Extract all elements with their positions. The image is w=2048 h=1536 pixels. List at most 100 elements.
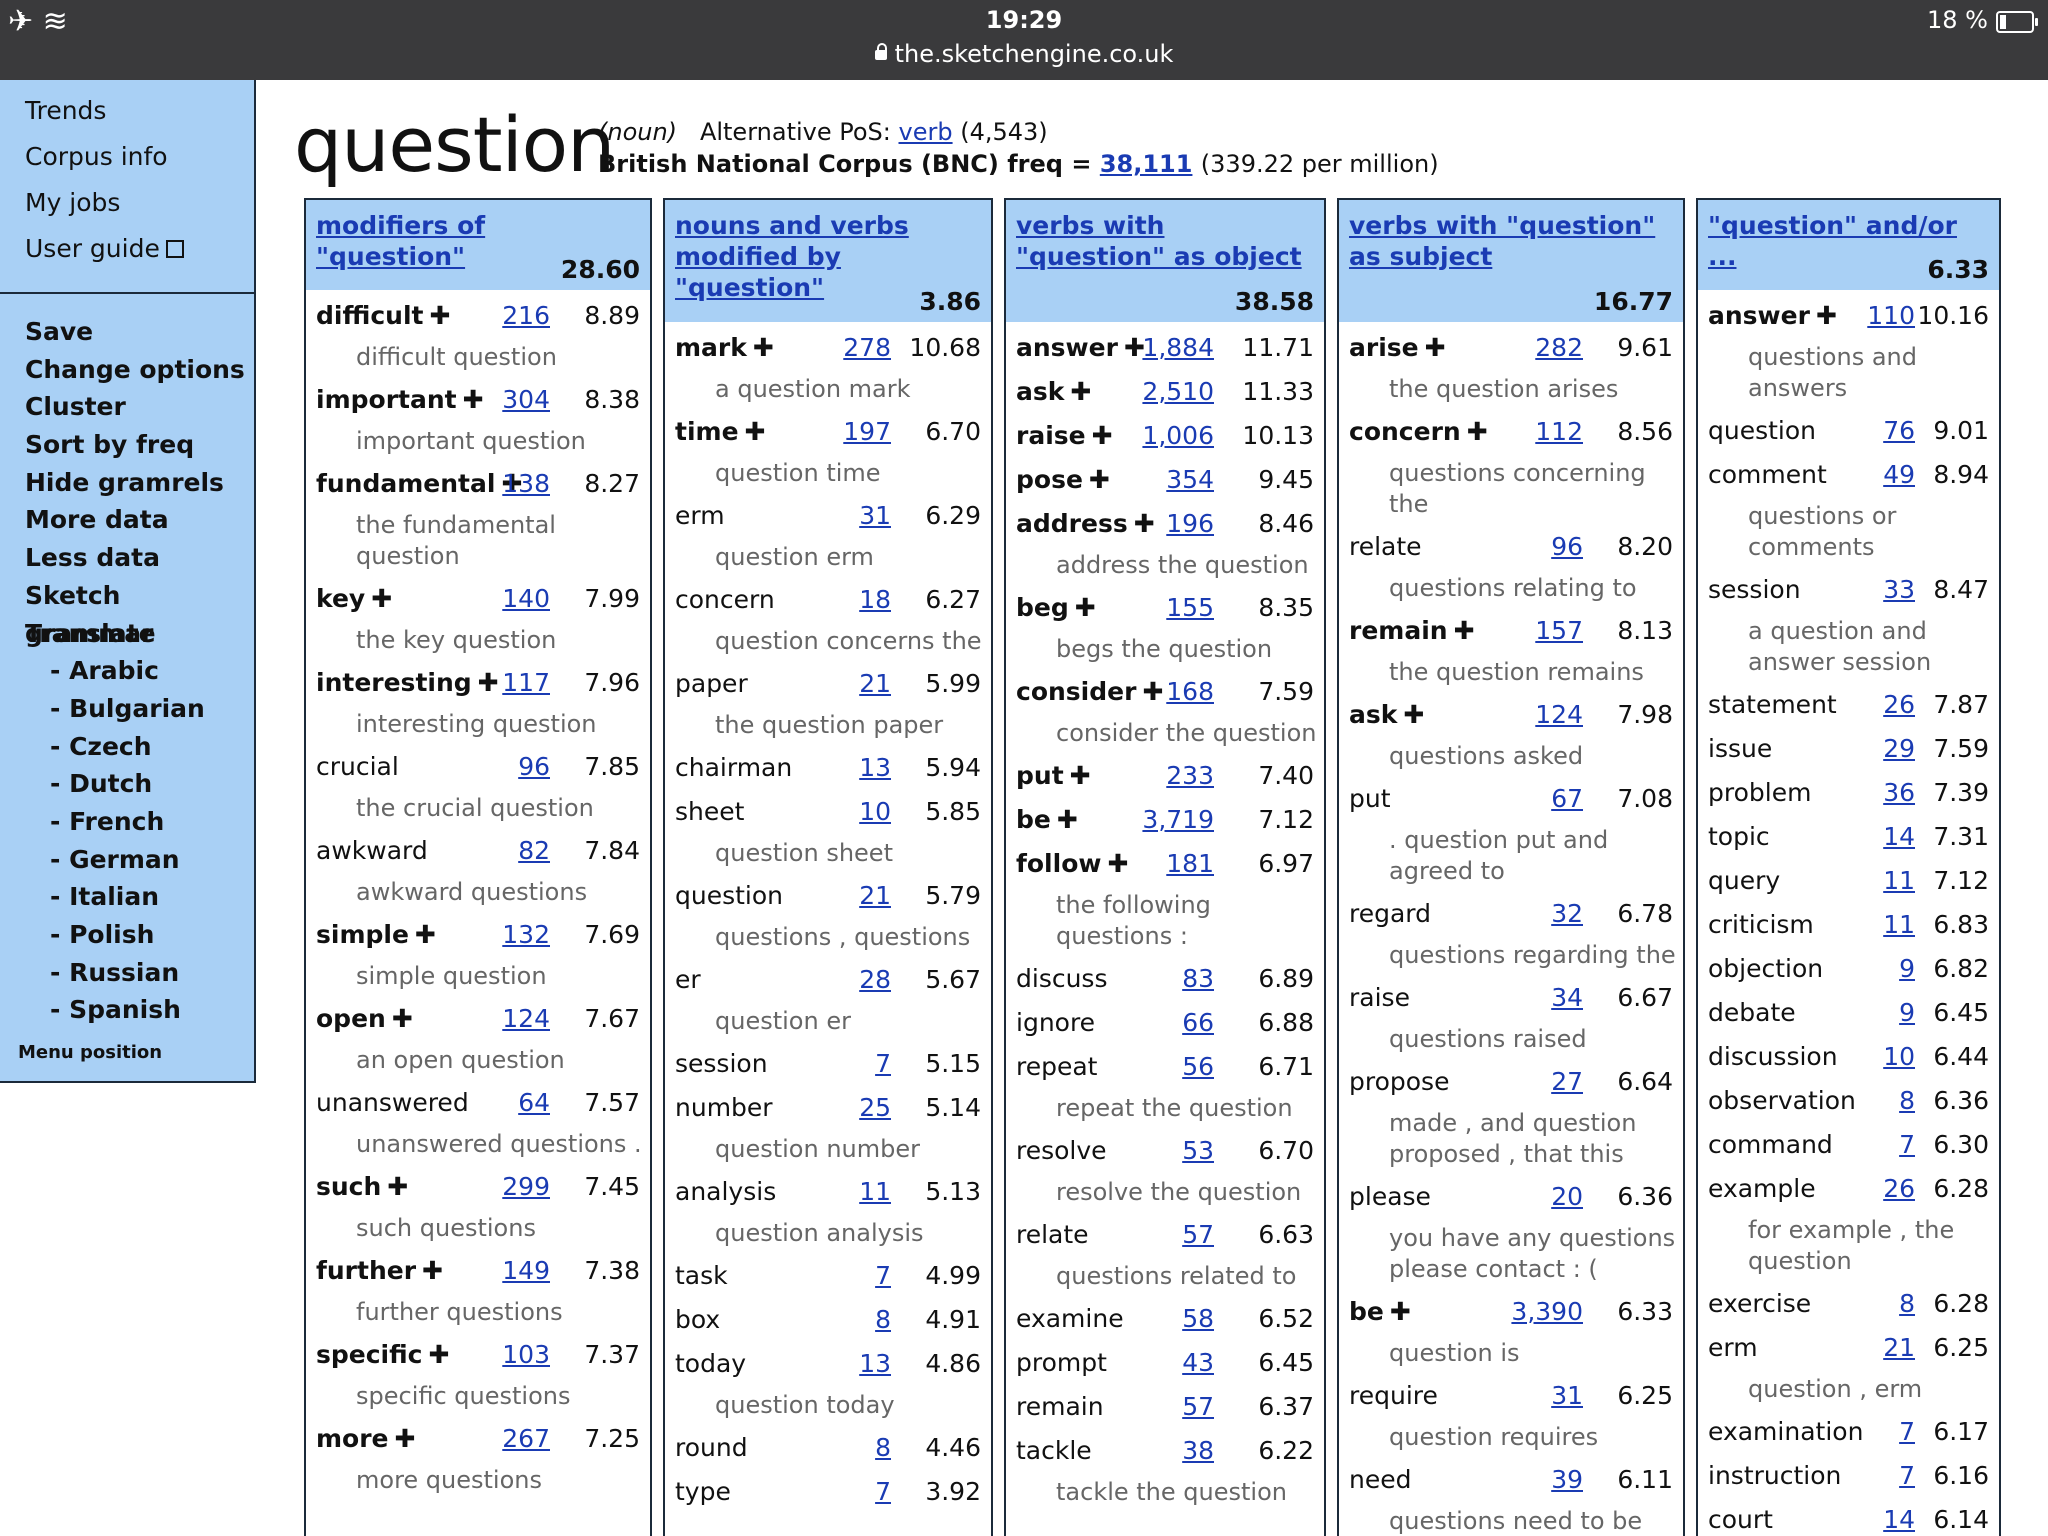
collocate-freq-link[interactable]: 2,510 <box>1142 370 1214 414</box>
collocate-example[interactable]: repeat the question <box>1006 1089 1324 1129</box>
expand-plus-icon[interactable]: ✚ <box>422 1256 443 1285</box>
collocate-example[interactable]: question , erm <box>1698 1370 1999 1410</box>
collocate-example[interactable]: questions or comments <box>1698 497 1999 568</box>
collocate-freq-link[interactable]: 140 <box>502 577 550 621</box>
collocate-freq-link[interactable]: 7 <box>1899 1410 1915 1454</box>
collocate-example[interactable]: questions concerning the <box>1339 454 1683 525</box>
expand-plus-icon[interactable]: ✚ <box>753 333 774 362</box>
expand-plus-icon[interactable]: ✚ <box>429 301 450 330</box>
sidebar-item-sort-by-freq[interactable]: Sort by freq <box>0 426 254 464</box>
collocate-example[interactable]: question is <box>1339 1334 1683 1374</box>
sidebar-item-sketch-grammar[interactable]: Sketch grammar <box>0 577 254 648</box>
collocate-example[interactable]: questions , questions <box>665 918 991 958</box>
collocate-freq-link[interactable]: 155 <box>1166 586 1214 630</box>
collocate-example[interactable]: questions and answers <box>1698 338 1999 409</box>
collocate-freq-link[interactable]: 196 <box>1166 502 1214 546</box>
collocate-example[interactable]: questions raised <box>1339 1020 1683 1060</box>
expand-plus-icon[interactable]: ✚ <box>1075 593 1096 622</box>
collocate-freq-link[interactable]: 168 <box>1166 670 1214 714</box>
collocate-example[interactable]: made , and question proposed , that this <box>1339 1104 1683 1175</box>
sidebar-item-trends[interactable]: Trends <box>0 88 254 134</box>
collocate-freq-link[interactable]: 11 <box>1883 859 1915 903</box>
collocate-example[interactable]: questions regarding the <box>1339 936 1683 976</box>
collocate-example[interactable]: specific questions <box>306 1377 650 1417</box>
collocate-freq-link[interactable]: 110 <box>1867 294 1915 338</box>
collocate-example[interactable]: difficult question <box>306 338 650 378</box>
expand-plus-icon[interactable]: ✚ <box>415 920 436 949</box>
collocate-freq-link[interactable]: 76 <box>1883 409 1915 453</box>
expand-plus-icon[interactable]: ✚ <box>745 417 766 446</box>
collocate-example[interactable]: question er <box>665 1002 991 1042</box>
collocate-freq-link[interactable]: 267 <box>502 1417 550 1461</box>
collocate-example[interactable]: the question arises <box>1339 370 1683 410</box>
collocate-freq-link[interactable]: 64 <box>518 1081 550 1125</box>
collocate-freq-link[interactable]: 157 <box>1535 609 1583 653</box>
collocate-example[interactable]: resolve the question <box>1006 1173 1324 1213</box>
collocate-freq-link[interactable]: 1,884 <box>1142 326 1214 370</box>
collocate-freq-link[interactable]: 278 <box>843 326 891 370</box>
collocate-freq-link[interactable]: 83 <box>1182 957 1214 1001</box>
collocate-freq-link[interactable]: 14 <box>1883 1498 1915 1536</box>
collocate-example[interactable]: interesting question <box>306 705 650 745</box>
collocate-example[interactable]: you have any questions please contact : … <box>1339 1219 1683 1290</box>
sidebar-item-italian[interactable]: - Italian <box>0 878 254 916</box>
collocate-freq-link[interactable]: 96 <box>1551 525 1583 569</box>
sidebar-item-bulgarian[interactable]: - Bulgarian <box>0 690 254 728</box>
expand-plus-icon[interactable]: ✚ <box>1134 509 1155 538</box>
collocate-freq-link[interactable]: 3,719 <box>1142 798 1214 842</box>
collocate-example[interactable]: the following questions : <box>1006 886 1324 957</box>
collocate-freq-link[interactable]: 58 <box>1182 1297 1214 1341</box>
expand-plus-icon[interactable]: ✚ <box>1467 417 1488 446</box>
sidebar-item-more-data[interactable]: More data <box>0 501 254 539</box>
collocate-freq-link[interactable]: 28 <box>859 958 891 1002</box>
address-bar[interactable]: the.sketchengine.co.uk <box>0 40 2048 68</box>
collocate-freq-link[interactable]: 32 <box>1551 892 1583 936</box>
collocate-example[interactable]: address the question <box>1006 546 1324 586</box>
collocate-example[interactable]: the key question <box>306 621 650 661</box>
collocate-freq-link[interactable]: 57 <box>1182 1213 1214 1257</box>
sidebar-item-my-jobs[interactable]: My jobs <box>0 180 254 226</box>
collocate-freq-link[interactable]: 11 <box>859 1170 891 1214</box>
collocate-freq-link[interactable]: 25 <box>859 1086 891 1130</box>
collocate-example[interactable]: question analysis <box>665 1214 991 1254</box>
sidebar-item-user-guide[interactable]: User guide <box>0 226 254 272</box>
collocate-freq-link[interactable]: 38 <box>1182 1429 1214 1473</box>
collocate-freq-link[interactable]: 11 <box>1883 903 1915 947</box>
expand-plus-icon[interactable]: ✚ <box>392 1004 413 1033</box>
collocate-example[interactable]: questions related to <box>1006 1257 1324 1297</box>
collocate-freq-link[interactable]: 9 <box>1899 947 1915 991</box>
sidebar-item-french[interactable]: - French <box>0 803 254 841</box>
gramrel-title-link[interactable]: verbs with "question" as subject <box>1349 210 1673 272</box>
collocate-freq-link[interactable]: 27 <box>1551 1060 1583 1104</box>
collocate-example[interactable]: questions relating to <box>1339 569 1683 609</box>
collocate-freq-link[interactable]: 26 <box>1883 683 1915 727</box>
sidebar-item-german[interactable]: - German <box>0 841 254 879</box>
collocate-freq-link[interactable]: 18 <box>859 578 891 622</box>
collocate-freq-link[interactable]: 124 <box>1535 693 1583 737</box>
expand-plus-icon[interactable]: ✚ <box>1092 421 1113 450</box>
expand-plus-icon[interactable]: ✚ <box>371 584 392 613</box>
collocate-freq-link[interactable]: 31 <box>859 494 891 538</box>
sidebar-item-corpus-info[interactable]: Corpus info <box>0 134 254 180</box>
collocate-example[interactable]: the question paper <box>665 706 991 746</box>
expand-plus-icon[interactable]: ✚ <box>463 385 484 414</box>
collocate-example[interactable]: a question mark <box>665 370 991 410</box>
expand-plus-icon[interactable]: ✚ <box>1425 333 1446 362</box>
collocate-freq-link[interactable]: 39 <box>1551 1458 1583 1502</box>
gramrel-title-link[interactable]: verbs with "question" as object <box>1016 210 1314 272</box>
sidebar-item-arabic[interactable]: - Arabic <box>0 652 254 690</box>
collocate-freq-link[interactable]: 57 <box>1182 1385 1214 1429</box>
expand-plus-icon[interactable]: ✚ <box>478 668 499 697</box>
collocate-example[interactable]: . question put and agreed to <box>1339 821 1683 892</box>
collocate-example[interactable]: consider the question <box>1006 714 1324 754</box>
menu-position-toggle[interactable]: Menu position <box>18 1042 162 1063</box>
alt-pos-link[interactable]: verb <box>899 118 953 146</box>
collocate-example[interactable]: more questions <box>306 1461 650 1501</box>
collocate-freq-link[interactable]: 31 <box>1551 1374 1583 1418</box>
collocate-freq-link[interactable]: 8 <box>875 1298 891 1342</box>
collocate-freq-link[interactable]: 26 <box>1883 1167 1915 1211</box>
expand-plus-icon[interactable]: ✚ <box>1070 377 1091 406</box>
expand-plus-icon[interactable]: ✚ <box>1142 677 1163 706</box>
collocate-example[interactable]: unanswered questions . <box>306 1125 650 1165</box>
collocate-freq-link[interactable]: 216 <box>502 294 550 338</box>
